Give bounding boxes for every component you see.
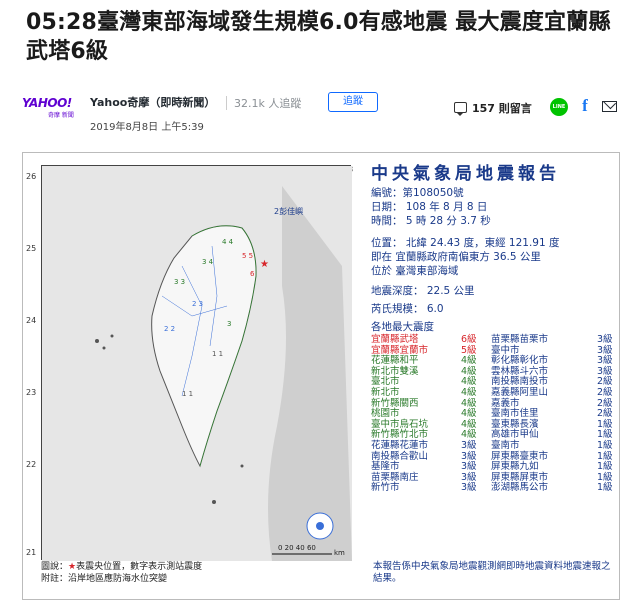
svg-text:5 5: 5 5 [242,252,253,260]
lat-label: 22 [26,460,37,469]
divider [226,96,227,110]
intensity-level: 1級 [597,482,613,494]
intensity-row: 新竹市 3級 澎湖縣馬公市 1級 [371,483,613,494]
intensity-station: 苗栗縣苗栗市 [491,334,549,345]
report-depth: 地震深度： 22.5 公里 [371,285,475,297]
intensity-level: 3級 [597,334,613,345]
report-number: 編號：第108050號 [371,187,464,199]
intensity-level: 2級 [597,386,613,398]
svg-text:1 1: 1 1 [182,390,193,398]
lat-label: 24 [26,316,37,325]
island-label: 2彭佳嶼 [274,207,304,216]
lat-label: 26 [26,172,37,181]
intensity-station: 新竹市 [371,482,400,494]
email-share-icon[interactable] [602,101,617,112]
svg-text:3 4: 3 4 [202,258,214,266]
yahoo-news-logo[interactable]: YAHOO! 奇摩 新聞 [22,96,84,122]
report-location-detail: 即在 宜蘭縣政府南偏東方 36.5 公里 [371,251,541,263]
intensity-row: 新北市 4級 嘉義縣阿里山 2級 [371,386,613,399]
scale-values: 0 20 40 60 [278,544,316,552]
intensity-level: 3級 [461,482,477,494]
epicenter-star-icon: ★ [68,562,77,572]
lat-label: 21 [26,548,37,557]
intensity-level: 3級 [461,439,477,451]
lat-label: 25 [26,244,37,253]
svg-text:★: ★ [260,259,269,270]
line-share-icon[interactable]: LINE [550,98,568,116]
intensity-station: 花蓮縣花蓮市 [371,439,429,451]
intensity-map: 119 120 121 122 123 26 25 24 23 22 21 ★ … [26,165,353,561]
report-magnitude: 芮氏規模： 6.0 [371,303,444,315]
legend-text: 表震央位置，數字表示測站震度 [76,562,203,572]
svg-text:3 3: 3 3 [174,278,185,286]
intensity-station: 臺南市 [491,439,520,451]
intensity-level: 4級 [461,386,477,398]
follow-button[interactable]: 追蹤 [328,92,378,112]
report-time: 時間： 5 時 28 分 3.7 秒 [371,215,491,227]
taiwan-map-graphic: ★ 5 5 6 4 4 3 4 3 3 2 3 2 2 1 1 1 1 3 [42,166,352,561]
logo-text: YAHOO! [22,96,72,110]
report-location: 位置： 北緯 24.43 度，東經 121.91 度 [371,237,560,249]
svg-text:2 3: 2 3 [192,300,203,308]
source-name[interactable]: Yahoo奇摩（即時新聞） [90,94,215,110]
article-meta: YAHOO! 奇摩 新聞 Yahoo奇摩（即時新聞） 32.1k 人追蹤 追蹤 … [22,92,622,136]
scale-unit: km [334,549,345,557]
report-date: 日期： 108 年 8 月 8 日 [371,201,488,213]
logo-sub: 奇摩 新聞 [48,112,74,119]
intensity-level: 6級 [461,334,477,345]
article-headline: 05:28臺灣東部海域發生規模6.0有感地震 最大震度宜蘭縣武塔6級 [26,10,611,64]
comment-count: 157 則留言 [472,102,532,115]
intensity-table: 宜蘭縣武塔 6級 苗栗縣苗栗市 3級 宜蘭縣宜蘭市 5級 臺中市 3級 花蓮縣和平 4級 彰化縣彰化… [371,334,613,494]
intensity-station: 澎湖縣馬公市 [491,482,549,494]
intensity-row: 宜蘭縣武塔 6級 苗栗縣苗栗市 3級 [371,334,613,346]
intensity-station: 新北市 [371,386,400,398]
legend-prefix: 圖說： [41,562,69,572]
publish-date: 2019年8月8日 上午5:39 [90,122,204,133]
svg-text:2 2: 2 2 [164,325,175,333]
lat-label: 23 [26,388,37,397]
intensity-station: 嘉義縣阿里山 [491,386,549,398]
legend-note: 附註：沿岸地區應防海水位突變 [41,574,168,584]
intensity-row: 花蓮縣花蓮市 3級 臺南市 1級 [371,439,613,452]
intensity-level: 1級 [597,439,613,451]
follower-count: 32.1k 人追蹤 [234,97,302,110]
svg-text:4 4: 4 4 [222,238,234,246]
svg-text:6: 6 [250,270,255,278]
intensity-station: 宜蘭縣武塔 [371,334,419,345]
intensity-header: 各地最大震度 [371,321,434,333]
facebook-share-icon[interactable]: f [578,96,592,116]
svg-text:3: 3 [227,320,231,328]
comment-icon [454,102,467,116]
report-title: 中央氣象局地震報告 [371,164,560,184]
svg-text:1 1: 1 1 [212,350,223,358]
report-location-area: 位於 臺灣東部海域 [371,265,459,277]
earthquake-report-image: 119 120 121 122 123 26 25 24 23 22 21 ★ … [22,152,620,600]
map-legend: 圖說：★表震央位置，數字表示測站震度 附註：沿岸地區應防海水位突變 [41,561,351,585]
report-footer-note: 本報告係中央氣象局地震觀測網即時地震資料地震速報之結果。 [373,561,611,584]
